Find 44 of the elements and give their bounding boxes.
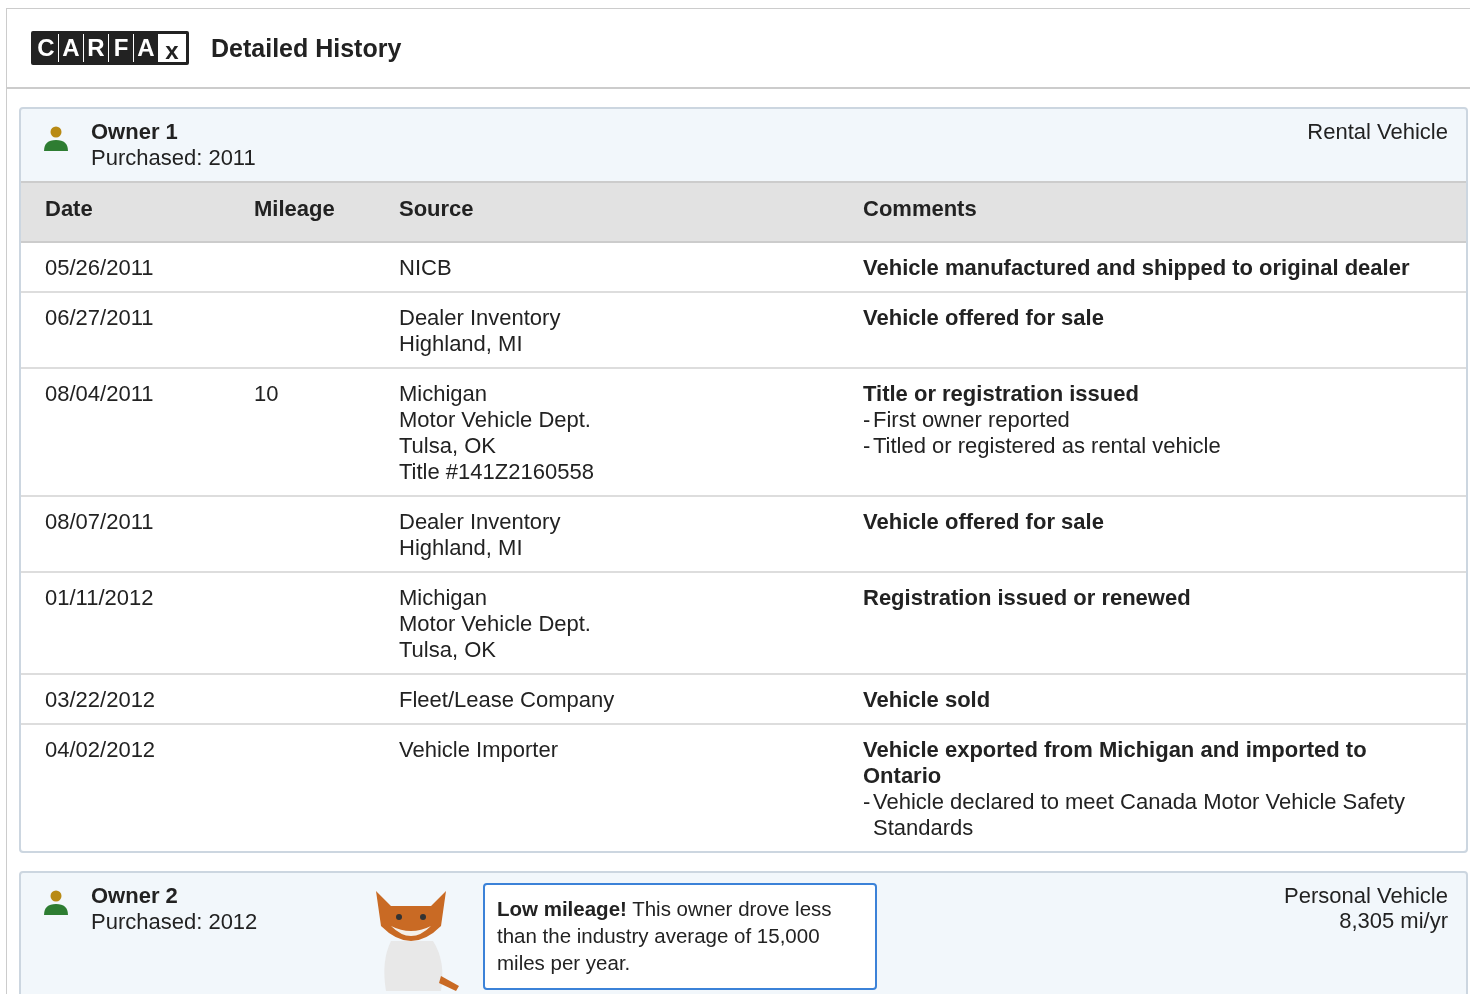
- date-cell: 04/02/2012: [45, 737, 156, 762]
- source-cell: Vehicle Importer: [399, 737, 558, 762]
- comment-title: Vehicle sold: [863, 687, 992, 713]
- vehicle-usage: Rental Vehicle: [1307, 119, 1448, 144]
- date-cell: 03/22/2012: [45, 687, 156, 712]
- page-title: Detailed History: [211, 33, 402, 63]
- source-cell: Dealer Inventory Highland, MI: [399, 305, 561, 356]
- vehicle-usage: 8,305 mi/yr: [1338, 908, 1448, 933]
- comment-title: Vehicle manufactured and shipped to original dealer: [863, 255, 1411, 281]
- comment-title: Title or registration issued: [863, 381, 1140, 407]
- source-cell: NICB: [399, 255, 452, 280]
- date-cell: 06/27/2011: [45, 305, 154, 330]
- mileage-cell: 10: [254, 381, 279, 406]
- comment-title: Registration issued or renewed: [863, 585, 1192, 611]
- column-header: Date: [21, 181, 254, 243]
- date-cell: 08/07/2011: [45, 509, 154, 534]
- dash-mark: -: [863, 433, 872, 459]
- dash-mark: -: [863, 789, 872, 816]
- owner-name: Owner 1: [91, 119, 179, 145]
- owner-name: Owner 2: [91, 883, 179, 909]
- comment-title: Vehicle exported from Michigan and imported to Ontario: [863, 737, 1368, 789]
- low-mileage-note: Low mileage! This owner drove less than the industry average of 15,000 miles per year.: [483, 883, 877, 990]
- date-cell: 05/26/2011: [45, 255, 154, 280]
- date-cell: 08/04/2011: [45, 381, 154, 406]
- comment-note: First owner reported: [873, 407, 1070, 433]
- comment-note: Vehicle declared to meet Canada Motor Vehicle Safety Standards: [873, 789, 1406, 841]
- comment-title: Vehicle offered for sale: [863, 305, 1105, 331]
- column-header: Source: [399, 181, 863, 243]
- vehicle-usage: Personal Vehicle: [1284, 883, 1448, 908]
- date-cell: 01/11/2012: [45, 585, 154, 610]
- column-header: Comments: [863, 181, 1466, 243]
- dash-mark: -: [863, 407, 872, 433]
- purchase-year: Purchased: 2011: [91, 145, 257, 171]
- comment-note: Titled or registered as rental vehicle: [873, 433, 1221, 459]
- source-cell: Michigan Motor Vehicle Dept. Tulsa, OK: [399, 585, 591, 662]
- source-cell: Michigan Motor Vehicle Dept. Tulsa, OK Title #141Z2160558: [399, 381, 594, 484]
- source-cell: Dealer Inventory Highland, MI: [399, 509, 561, 560]
- person-icon: [43, 125, 69, 151]
- source-cell: Fleet/Lease Company: [399, 687, 615, 712]
- person-icon: [43, 889, 69, 915]
- comment-title: Vehicle offered for sale: [863, 509, 1105, 535]
- column-header: Mileage: [254, 181, 399, 243]
- purchase-year: Purchased: 2012: [91, 909, 259, 935]
- carfax-logo: C A R F A x: [31, 31, 189, 65]
